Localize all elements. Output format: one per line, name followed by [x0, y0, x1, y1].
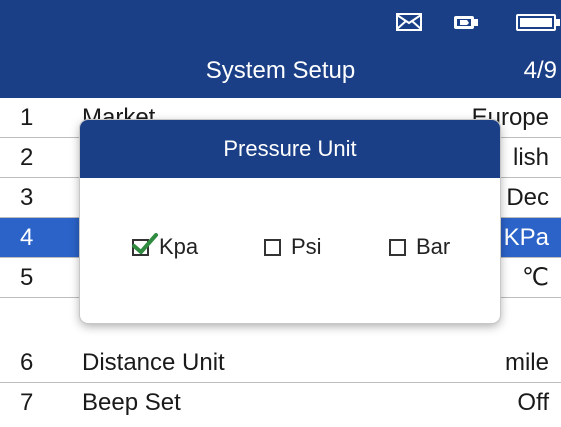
menu-item-value: Dec	[506, 184, 549, 211]
kpa-label: Kpa	[159, 234, 199, 259]
system-setup-screen: System Setup 4/9 1 Market Europe 2 lish …	[0, 0, 561, 427]
menu-item-distance-unit[interactable]: 6 Distance Unit mile	[0, 343, 561, 383]
pressure-unit-dialog: Pressure Unit Kpa Psi Bar	[80, 120, 500, 323]
psi-option[interactable]: Psi	[264, 233, 322, 261]
psi-label: Psi	[291, 234, 322, 259]
menu-item-value: KPa	[503, 224, 549, 251]
battery-icon	[516, 14, 560, 31]
bar-option[interactable]: Bar	[389, 233, 450, 261]
menu-item-label: Beep Set	[82, 389, 181, 416]
checkmark-icon	[132, 232, 158, 254]
title-bar: System Setup 4/9	[0, 44, 561, 98]
menu-item-value: lish	[512, 144, 549, 171]
battery-car-icon	[454, 16, 478, 29]
bar-checkbox[interactable]	[389, 238, 406, 256]
menu-item-number: 6	[20, 349, 34, 376]
kpa-option[interactable]: Kpa	[132, 232, 199, 261]
dialog-title: Pressure Unit	[80, 120, 500, 178]
kpa-checkbox[interactable]	[132, 232, 158, 256]
menu-item-beep-set[interactable]: 7 Beep Set Off	[0, 383, 561, 427]
status-bar	[0, 0, 561, 44]
menu-item-number: 1	[20, 104, 34, 131]
menu-item-number: 4	[20, 224, 34, 251]
mail-icon	[396, 13, 422, 31]
menu-item-number: 7	[20, 389, 34, 416]
menu-item-label: Distance Unit	[82, 349, 225, 376]
page-indicator: 4/9	[523, 57, 557, 84]
menu-item-number: 3	[20, 184, 34, 211]
bar-label: Bar	[416, 234, 451, 259]
menu-item-value: Off	[517, 389, 549, 416]
screen-title: System Setup	[205, 57, 356, 84]
menu-item-number: 2	[20, 144, 34, 171]
pressure-unit-options: Kpa Psi Bar	[80, 178, 500, 323]
menu-item-value: mile	[504, 349, 549, 376]
menu-item-number: 5	[20, 264, 34, 291]
menu-item-value: ℃	[522, 264, 549, 291]
psi-checkbox[interactable]	[264, 238, 281, 256]
